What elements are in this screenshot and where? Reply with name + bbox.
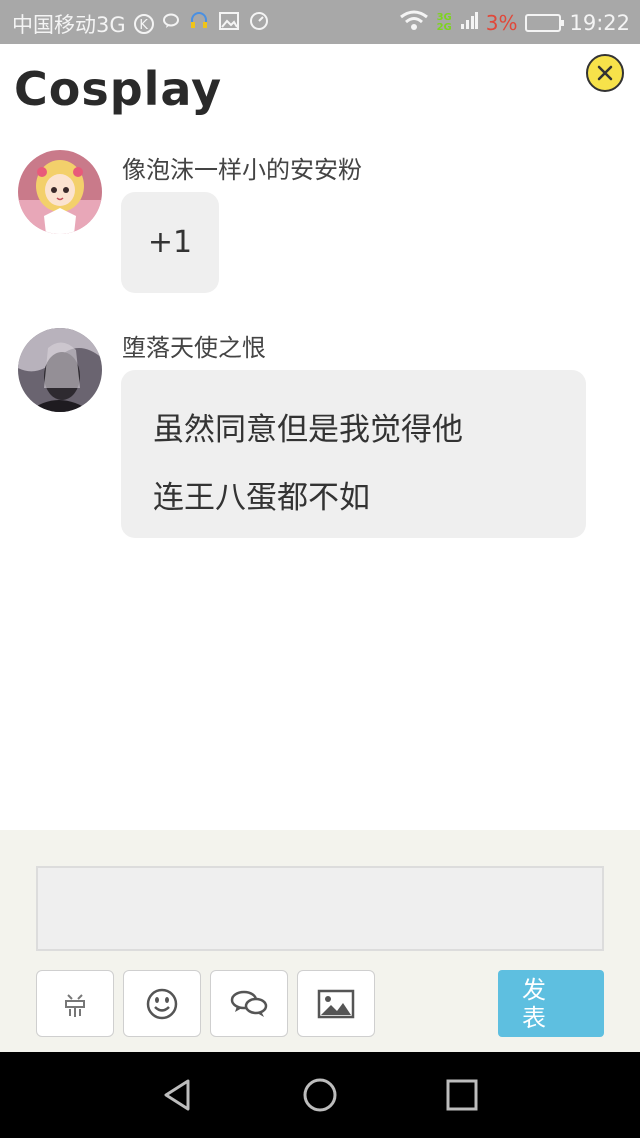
speed-icon	[248, 10, 270, 38]
page-header: Cosplay	[0, 44, 640, 144]
clock: 19:22	[569, 11, 630, 35]
gallery-icon	[218, 10, 240, 38]
carrier-label: 中国移动3G	[12, 13, 126, 37]
headset-icon	[188, 10, 210, 38]
sticker-button[interactable]	[36, 970, 114, 1037]
close-button[interactable]	[586, 54, 624, 92]
comment-input[interactable]	[36, 866, 604, 951]
message-username: 像泡沫一样小的安安粉	[122, 156, 362, 184]
close-icon	[597, 65, 613, 81]
page-title: Cosplay	[14, 62, 223, 116]
status-bar-left: 中国移动3G K	[12, 9, 270, 39]
publish-button[interactable]: 发 表	[498, 970, 604, 1037]
composer-panel: 发 表	[0, 830, 640, 1052]
message-text: +1	[147, 225, 193, 260]
system-nav-bar	[0, 1052, 640, 1138]
battery-percent: 3%	[485, 11, 518, 35]
wifi-icon	[399, 9, 429, 37]
message-text-line: 虽然同意但是我觉得他	[153, 412, 463, 448]
back-icon[interactable]	[160, 1077, 196, 1113]
avatar[interactable]	[18, 150, 102, 234]
network-type-bottom: 2G	[436, 22, 452, 33]
emoji-button[interactable]	[123, 970, 201, 1037]
signal-icon	[460, 9, 478, 37]
sticker-icon	[65, 993, 85, 1017]
smiley-icon	[146, 988, 178, 1019]
message-bubble: 虽然同意但是我觉得他 连王八蛋都不如	[121, 370, 586, 538]
chat-bubbles-icon	[230, 990, 268, 1017]
message-bubble: +1	[121, 192, 219, 293]
image-icon	[317, 989, 355, 1018]
message-username: 堕落天使之恨	[122, 334, 266, 362]
status-bar-right: 3G 2G 3% 19:22	[399, 9, 630, 37]
home-icon[interactable]	[302, 1077, 338, 1113]
recent-apps-icon[interactable]	[444, 1077, 480, 1113]
message-icon	[162, 12, 180, 36]
chat-button[interactable]	[210, 970, 288, 1037]
network-type-badge: 3G 2G	[437, 13, 452, 33]
k-app-icon: K	[133, 14, 154, 34]
publish-label-line1: 发	[522, 976, 546, 1004]
battery-icon	[525, 14, 565, 32]
status-bar: 中国移动3G K 3G 2G 3% 19:22	[0, 0, 640, 44]
avatar[interactable]	[18, 328, 102, 412]
publish-label-line2: 表	[522, 1004, 546, 1032]
message-text-line: 连王八蛋都不如	[153, 480, 370, 516]
image-button[interactable]	[297, 970, 375, 1037]
